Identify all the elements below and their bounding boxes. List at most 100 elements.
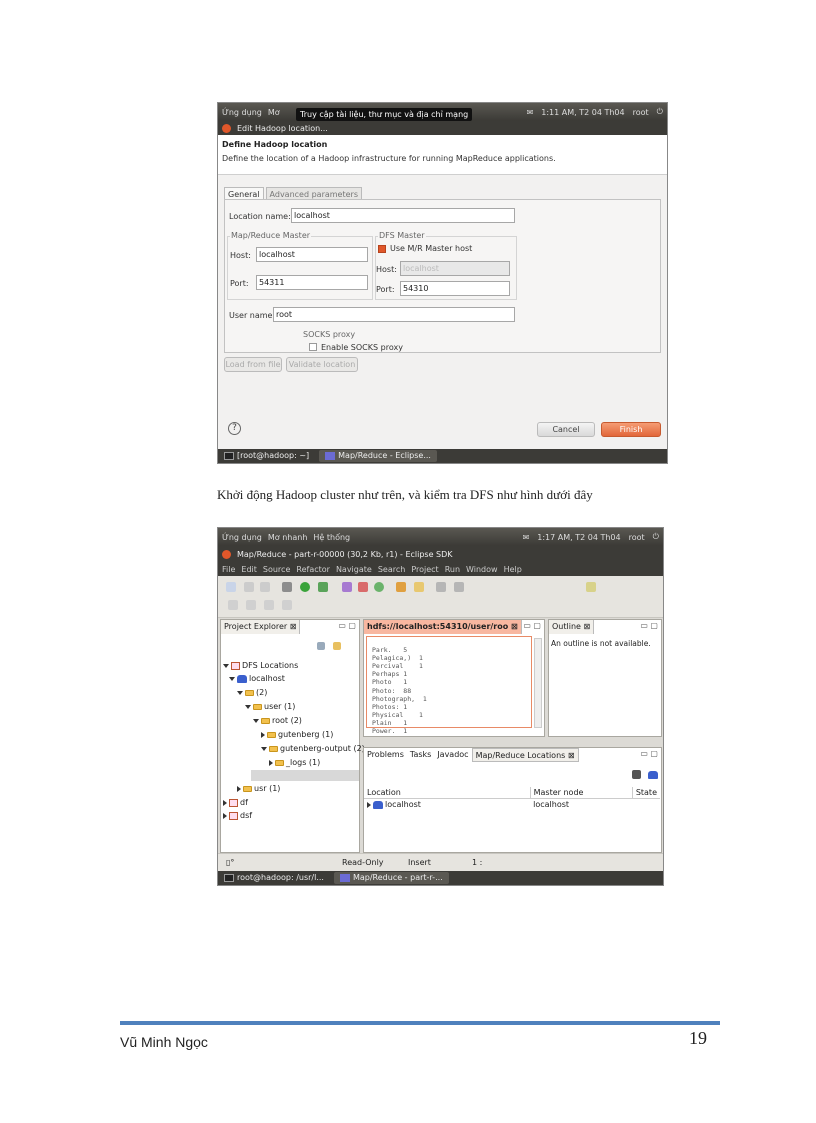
next-annotation-icon[interactable] (228, 600, 238, 610)
print-icon[interactable] (260, 582, 270, 592)
tab-project-explorer[interactable]: Project Explorer ⊠ (221, 620, 301, 634)
view-controls[interactable]: ▭ ▢ (640, 749, 658, 758)
user-menu[interactable]: root (633, 108, 649, 117)
mail-icon[interactable]: ✉ (523, 533, 530, 542)
forward-icon[interactable] (282, 600, 292, 610)
external-tools-icon[interactable] (318, 582, 328, 592)
tab-problems[interactable]: Problems (364, 748, 407, 762)
use-mr-host-checkbox[interactable] (378, 245, 386, 253)
folder-icon (269, 745, 278, 752)
menu-window[interactable]: Window (466, 565, 498, 574)
taskbar-eclipse[interactable]: Map/Reduce - Eclipse... (319, 450, 437, 462)
validate-location-button[interactable]: Validate location (286, 357, 358, 372)
run-icon[interactable] (300, 582, 310, 592)
tree-item[interactable]: user (1) (245, 702, 295, 711)
mark-icon[interactable] (454, 582, 464, 592)
menu-project[interactable]: Project (411, 565, 438, 574)
tree-item[interactable]: _logs (1) (269, 758, 320, 767)
finish-button[interactable]: Finish (601, 422, 661, 437)
tree-item[interactable]: gutenberg-output (2) (261, 744, 365, 753)
tree-item[interactable]: dsf (223, 811, 252, 820)
menu-navigate[interactable]: Navigate (336, 565, 372, 574)
tab-map-reduce-locations[interactable]: Map/Reduce Locations ⊠ (471, 748, 579, 762)
places-tooltip: Truy cập tài liệu, thư mục và địa chỉ mạ… (296, 108, 473, 121)
apps-menu[interactable]: Ứng dụng (222, 533, 262, 542)
editor-text[interactable]: Park. 5 Pelagica,) 1 Percival 1 Perhaps … (372, 638, 427, 735)
tab-javadoc[interactable]: Javadoc (434, 748, 471, 762)
load-from-file-button[interactable]: Load from file (224, 357, 282, 372)
view-controls[interactable]: ▭ ▢ (523, 621, 541, 630)
column-state[interactable]: State (632, 787, 660, 799)
power-icon[interactable]: ⏻ (657, 107, 663, 117)
clock[interactable]: 1:17 AM, T2 04 Th04 (537, 533, 620, 542)
toggle-icon[interactable] (436, 582, 446, 592)
view-controls[interactable]: ▭ ▢ (338, 621, 356, 630)
prev-annotation-icon[interactable] (246, 600, 256, 610)
tab-tasks[interactable]: Tasks (407, 748, 434, 762)
save-icon[interactable] (244, 582, 254, 592)
outline-message: An outline is not available. (551, 639, 651, 648)
places-menu[interactable]: Mơ nhanh (268, 533, 308, 542)
perspective-icon[interactable] (586, 582, 596, 592)
help-icon[interactable]: ? (228, 422, 241, 435)
places-menu[interactable]: Mơ (268, 108, 280, 117)
tree-item[interactable]: localhost (229, 674, 285, 683)
location-name-input[interactable]: localhost (291, 208, 515, 223)
user-menu[interactable]: root (629, 533, 645, 542)
menu-help[interactable]: Help (504, 565, 522, 574)
new-icon[interactable] (226, 582, 236, 592)
system-menu[interactable]: Hệ thống (313, 533, 350, 542)
back-icon[interactable] (264, 600, 274, 610)
tree-item[interactable]: root (2) (253, 716, 302, 725)
tab-hdfs-file[interactable]: hdfs://localhost:54310/user/roo ⊠ (364, 620, 522, 634)
link-editor-icon[interactable] (333, 642, 341, 650)
apps-menu[interactable]: Ứng dụng (222, 108, 262, 117)
tree-item[interactable]: (2) (237, 688, 267, 697)
new-class-icon[interactable] (374, 582, 384, 592)
tree-item[interactable]: usr (1) (237, 784, 280, 793)
taskbar-terminal[interactable]: [root@hadoop: ~] (218, 450, 315, 462)
main-toolbar (218, 576, 663, 618)
table-row[interactable]: localhost localhost (364, 799, 660, 811)
enable-socks-checkbox[interactable] (309, 343, 317, 351)
taskbar-eclipse[interactable]: Map/Reduce - part-r-... (333, 872, 449, 884)
power-icon[interactable]: ⏻ (653, 532, 659, 542)
tree-item[interactable]: df (223, 798, 248, 807)
close-icon[interactable] (222, 549, 231, 559)
menu-edit[interactable]: Edit (241, 565, 257, 574)
new-location-icon[interactable] (632, 770, 641, 779)
menu-refactor[interactable]: Refactor (296, 565, 330, 574)
menu-run[interactable]: Run (445, 565, 460, 574)
menu-search[interactable]: Search (378, 565, 405, 574)
search-icon[interactable] (414, 582, 424, 592)
clock[interactable]: 1:11 AM, T2 04 Th04 (541, 108, 624, 117)
editor-scrollbar[interactable] (534, 638, 542, 728)
close-icon[interactable] (222, 123, 231, 133)
hadoop-elephant-icon[interactable] (648, 771, 658, 779)
username-input[interactable]: root (273, 307, 515, 322)
menu-source[interactable]: Source (263, 565, 290, 574)
dfs-icon (229, 811, 238, 820)
tree-item[interactable]: gutenberg (1) (261, 730, 333, 739)
column-location[interactable]: Location (364, 787, 531, 799)
collapsed-icon (223, 799, 227, 806)
mr-port-input[interactable]: 54311 (256, 275, 368, 290)
tab-outline[interactable]: Outline ⊠ (549, 620, 595, 634)
open-type-icon[interactable] (396, 582, 406, 592)
column-master-node[interactable]: Master node (530, 787, 633, 799)
new-java-project-icon[interactable] (342, 582, 352, 592)
dfs-port-input[interactable]: 54310 (400, 281, 510, 296)
tree-item[interactable]: DFS Locations (223, 661, 298, 670)
enable-socks-label: Enable SOCKS proxy (321, 343, 403, 352)
debug-icon[interactable] (282, 582, 292, 592)
selected-tree-row[interactable] (251, 770, 359, 781)
new-package-icon[interactable] (358, 582, 368, 592)
collapse-all-icon[interactable] (317, 642, 325, 650)
taskbar-terminal[interactable]: root@hadoop: /usr/l... (218, 872, 330, 884)
menu-file[interactable]: File (222, 565, 235, 574)
mail-icon[interactable]: ✉ (527, 108, 534, 117)
view-controls[interactable]: ▭ ▢ (640, 621, 658, 630)
cancel-button[interactable]: Cancel (537, 422, 595, 437)
mr-host-input[interactable]: localhost (256, 247, 368, 262)
window-titlebar: Map/Reduce - part-r-00000 (30,2 Kb, r1) … (218, 546, 663, 562)
